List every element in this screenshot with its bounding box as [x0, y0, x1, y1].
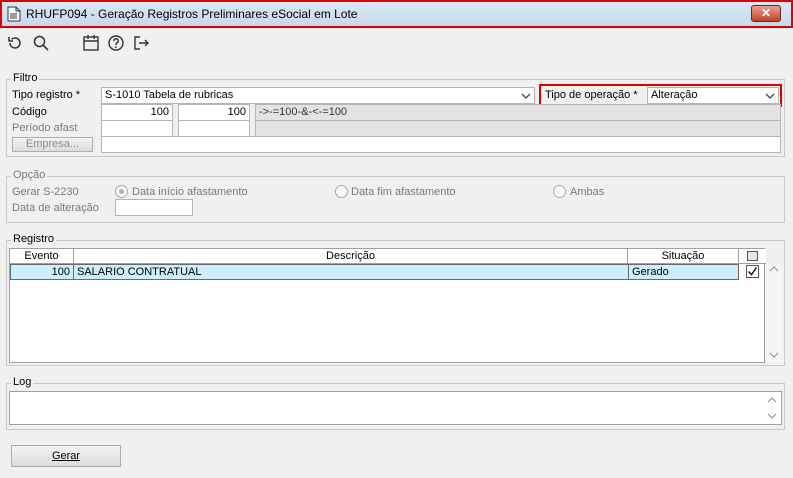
tipo-registro-select[interactable]: S-1010 Tabela de rubricas [101, 87, 535, 104]
exit-icon[interactable] [132, 34, 150, 52]
search-icon[interactable] [32, 34, 50, 52]
radio-data-fim-label: Data fim afastamento [351, 186, 456, 198]
chevron-up-icon[interactable] [766, 263, 782, 275]
tipo-operacao-select[interactable]: Alteração [647, 87, 779, 104]
codigo-to-input[interactable]: 100 [178, 104, 250, 121]
select-all-checkbox[interactable] [747, 251, 758, 261]
close-button[interactable]: ✕ [751, 5, 781, 22]
radio-ambas[interactable] [553, 185, 566, 198]
log-textarea[interactable] [9, 391, 782, 425]
periodo-afast-label: Período afast [12, 122, 78, 134]
chevron-down-icon[interactable] [766, 349, 782, 361]
registro-legend: Registro [11, 233, 56, 245]
data-alteracao-input[interactable] [115, 199, 193, 216]
cell-evento: 100 [10, 264, 74, 280]
codigo-from-input[interactable]: 100 [101, 104, 173, 121]
registro-group: Registro Evento Descrição Situação 100 S… [6, 233, 785, 366]
empresa-button[interactable]: Empresa... [12, 137, 93, 152]
help-icon[interactable] [107, 34, 125, 52]
radio-data-inicio[interactable] [115, 185, 128, 198]
column-header-descricao[interactable]: Descrição [74, 249, 628, 264]
chevron-down-icon [765, 90, 775, 102]
document-icon [7, 6, 21, 22]
tipo-registro-value: S-1010 Tabela de rubricas [105, 89, 234, 101]
opcao-group: Opção Gerar S-2230 Data início afastamen… [6, 169, 785, 223]
gerar-button[interactable]: Gerar [11, 445, 121, 467]
calendar-icon[interactable] [82, 34, 100, 52]
log-legend: Log [11, 376, 34, 388]
chevron-down-icon[interactable] [765, 410, 779, 422]
periodo-expression [255, 120, 781, 137]
filtro-legend: Filtro [11, 72, 40, 84]
title-bar: RHUFP094 - Geração Registros Preliminare… [0, 0, 793, 28]
log-group: Log [6, 376, 785, 430]
gerar-s2230-label: Gerar S-2230 [12, 186, 79, 198]
cell-descricao: SALARIO CONTRATUAL [74, 264, 628, 280]
column-header-situacao[interactable]: Situação [628, 249, 739, 264]
window-title: RHUFP094 - Geração Registros Preliminare… [26, 7, 358, 21]
table-row[interactable]: 100 SALARIO CONTRATUAL Gerado [10, 264, 766, 281]
column-header-select-all[interactable] [739, 249, 766, 264]
chevron-up-icon[interactable] [765, 394, 779, 406]
registro-scrollbar[interactable] [766, 263, 782, 363]
toolbar [0, 28, 793, 58]
radio-data-fim[interactable] [335, 185, 348, 198]
checkmark-icon [748, 267, 758, 276]
tipo-operacao-value: Alteração [651, 89, 698, 101]
opcao-legend: Opção [11, 169, 48, 181]
chevron-down-icon [521, 90, 531, 102]
registro-table: Evento Descrição Situação 100 SALARIO CO… [9, 248, 766, 363]
row-checkbox[interactable] [746, 265, 759, 278]
cell-situacao: Gerado [628, 264, 739, 280]
filtro-group: Filtro Tipo registro * S-1010 Tabela de … [6, 72, 785, 157]
data-alteracao-label: Data de alteração [12, 202, 99, 214]
column-header-evento[interactable]: Evento [10, 249, 74, 264]
periodo-from-input[interactable] [101, 120, 173, 137]
tipo-registro-label: Tipo registro * [12, 89, 81, 101]
dialog-window: RHUFP094 - Geração Registros Preliminare… [0, 0, 793, 478]
empresa-field[interactable] [101, 136, 781, 153]
tipo-operacao-label: Tipo de operação * [545, 89, 638, 101]
radio-ambas-label: Ambas [570, 186, 605, 198]
periodo-to-input[interactable] [178, 120, 250, 137]
codigo-expression: ->-=100-&-<-=100 [255, 104, 781, 121]
refresh-icon[interactable] [6, 34, 24, 52]
close-icon: ✕ [760, 6, 772, 20]
radio-data-inicio-label: Data início afastamento [132, 186, 248, 198]
codigo-label: Código [12, 106, 47, 118]
